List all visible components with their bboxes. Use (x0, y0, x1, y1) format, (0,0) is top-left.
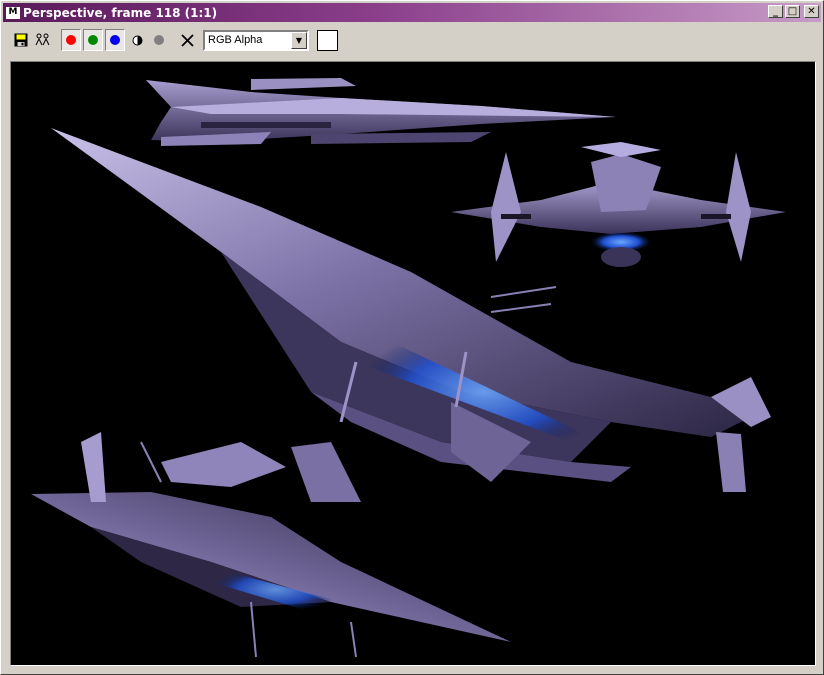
ship-perspective-small (31, 432, 511, 658)
clone-window-button[interactable] (33, 29, 53, 51)
toolbar: RGB Alpha ▼ (3, 24, 821, 56)
render-window: M Perspective, frame 118 (1:1) _ □ ✕ RGB… (0, 0, 824, 675)
minimize-button[interactable]: _ (768, 5, 783, 18)
save-icon (14, 33, 28, 47)
clear-x-icon (180, 33, 194, 47)
alpha-channel-toggle[interactable] (149, 29, 169, 51)
app-icon: M (6, 6, 20, 19)
window-title: Perspective, frame 118 (1:1) (23, 5, 218, 20)
color-swatch[interactable] (317, 29, 338, 51)
half-circle-icon (132, 35, 142, 45)
render-viewport (10, 61, 816, 666)
clear-button[interactable] (177, 29, 197, 51)
close-button[interactable]: ✕ (804, 5, 819, 18)
maximize-button[interactable]: □ (785, 5, 800, 18)
red-channel-toggle[interactable] (61, 29, 81, 51)
monochrome-toggle[interactable] (127, 29, 147, 51)
clone-icon (35, 33, 50, 46)
alpha-channel-icon (154, 35, 164, 45)
blue-channel-toggle[interactable] (105, 29, 125, 51)
title-bar[interactable]: M Perspective, frame 118 (1:1) _ □ ✕ (3, 3, 821, 22)
green-channel-icon (88, 35, 98, 45)
spaceship-render-image (31, 78, 786, 658)
chevron-down-icon[interactable]: ▼ (291, 31, 307, 49)
ship-perspective-large (51, 128, 771, 492)
ship-side-view (146, 78, 616, 146)
ship-front-view (451, 142, 786, 267)
save-image-button[interactable] (11, 29, 31, 51)
window-controls: _ □ ✕ (768, 5, 819, 18)
blue-channel-icon (110, 35, 120, 45)
channel-select-value: RGB Alpha (208, 34, 263, 46)
channel-select[interactable]: RGB Alpha ▼ (203, 29, 309, 51)
red-channel-icon (66, 35, 76, 45)
green-channel-toggle[interactable] (83, 29, 103, 51)
